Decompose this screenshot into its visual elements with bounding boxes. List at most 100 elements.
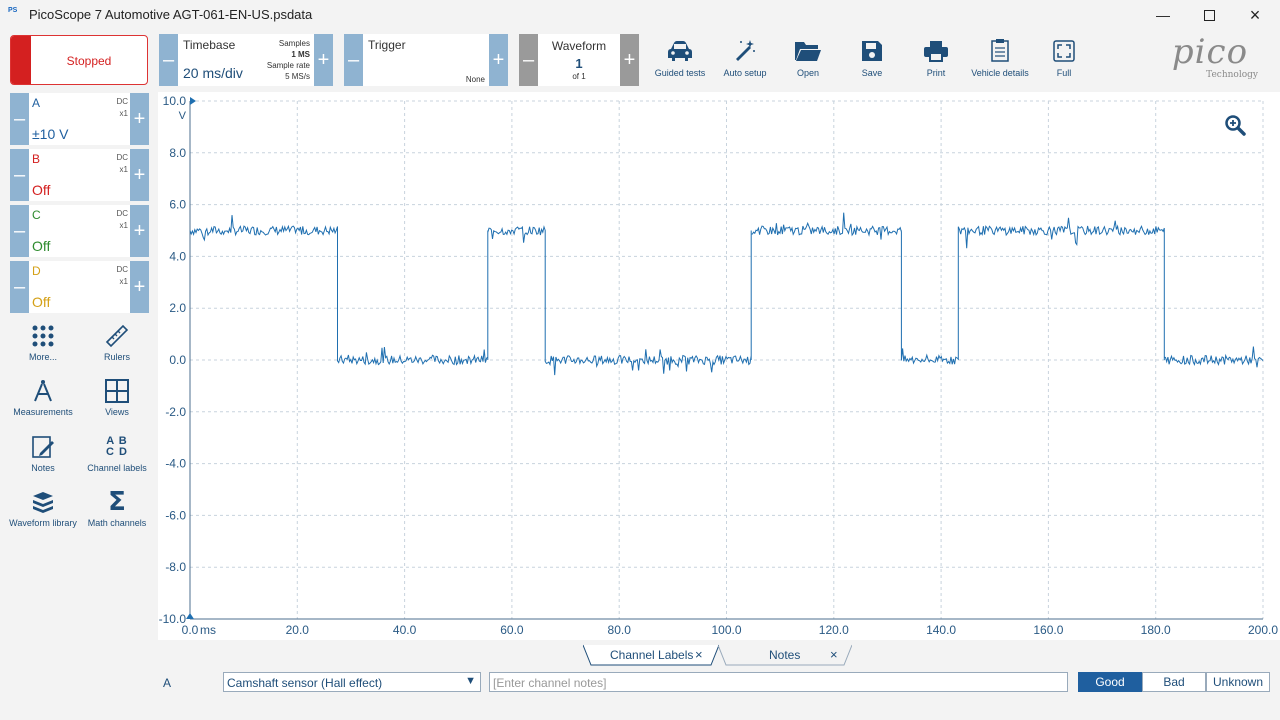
channel-labels-button[interactable]: A BC D Channel labels xyxy=(82,433,152,474)
channel-a-control: – A DC x1 ±10 V + xyxy=(10,93,149,145)
vehicle-details-button[interactable]: Vehicle details xyxy=(970,36,1030,84)
waveform-panel[interactable]: Waveform 1 of 1 xyxy=(538,34,620,86)
channel-d-increase-button[interactable]: + xyxy=(130,261,149,313)
more-button[interactable]: More... xyxy=(8,322,78,363)
minimize-icon: — xyxy=(1156,7,1170,23)
waveform-library-button[interactable]: Waveform library xyxy=(8,488,78,529)
waveform-chart[interactable]: 10.08.06.04.02.00.0-2.0-4.0-6.0-8.0-10.0… xyxy=(158,92,1280,640)
channel-d-panel[interactable]: D DC x1 Off xyxy=(29,261,130,313)
save-icon xyxy=(842,36,902,62)
channel-c-coupling-value: DC xyxy=(116,209,128,218)
y-tick-label: 4.0 xyxy=(169,249,186,263)
tab-channel-labels[interactable]: Channel Labels × xyxy=(583,644,719,666)
tab-notes[interactable]: Notes × xyxy=(718,644,852,666)
abcd-icon: A BC D xyxy=(106,435,128,458)
stop-indicator xyxy=(11,36,31,84)
auto-setup-button[interactable]: Auto setup xyxy=(715,36,775,84)
logo-text: pico xyxy=(1171,32,1249,72)
samples-value: 1 MS xyxy=(291,50,310,59)
rulers-button[interactable]: Rulers xyxy=(82,322,152,363)
zoom-in-icon xyxy=(1225,115,1246,136)
measurements-button[interactable]: Measurements xyxy=(8,377,78,418)
waveform-next-button[interactable]: + xyxy=(620,34,639,86)
tab-channel-labels-label: Channel Labels xyxy=(610,648,694,662)
x-tick-label: 80.0 xyxy=(608,623,632,637)
rating-good-button[interactable]: Good xyxy=(1078,672,1142,692)
channel-c-control: – C DC x1 Off + xyxy=(10,205,149,257)
magic-wand-icon xyxy=(715,36,775,62)
math-channels-button[interactable]: Σ Math channels xyxy=(82,487,152,529)
chevron-down-icon: ▼ xyxy=(465,675,476,687)
channel-a-panel[interactable]: A DC x1 ±10 V xyxy=(29,93,130,145)
channel-c-coupling: DC x1 xyxy=(116,208,128,232)
channel-labels-label: Channel labels xyxy=(87,463,147,473)
channel-a-increase-button[interactable]: + xyxy=(130,93,149,145)
rulers-label: Rulers xyxy=(103,352,130,362)
trigger-decrease-button[interactable]: – xyxy=(344,34,363,86)
run-stop-button[interactable]: Stopped xyxy=(10,35,148,85)
channel-c-decrease-button[interactable]: – xyxy=(10,205,29,257)
more-label: More... xyxy=(28,352,57,362)
pico-logo: pico Technology xyxy=(1150,34,1270,86)
channel-d-decrease-button[interactable]: – xyxy=(10,261,29,313)
y-tick-label: 8.0 xyxy=(169,146,186,160)
channel-c-panel[interactable]: C DC x1 Off xyxy=(29,205,130,257)
trigger-increase-button[interactable]: + xyxy=(489,34,508,86)
guided-tests-label: Guided tests xyxy=(654,68,706,78)
x-tick-label: 120.0 xyxy=(819,623,849,637)
channel-d-coupling-value: DC xyxy=(116,265,128,274)
tab-channel-labels-close-icon[interactable]: × xyxy=(695,647,703,662)
sensor-dropdown[interactable]: Camshaft sensor (Hall effect) ▼ xyxy=(223,672,481,692)
trigger-panel[interactable]: Trigger None xyxy=(363,34,489,86)
books-icon xyxy=(8,488,78,516)
timebase-decrease-button[interactable]: – xyxy=(159,34,178,86)
scope-view[interactable]: 10.0 8.0 6.0 4.0 2.0 0.0 -2.0 -4.0 -6.0 -8.0 -10.0… xyxy=(158,92,1280,640)
x-tick-label: 40.0 xyxy=(393,623,417,637)
trigger-label: Trigger xyxy=(368,38,406,52)
close-button[interactable]: × xyxy=(1232,0,1278,30)
fullscreen-icon xyxy=(1034,36,1094,62)
rating-unknown-button[interactable]: Unknown xyxy=(1206,672,1270,692)
waveform-control: – Waveform 1 of 1 + xyxy=(519,34,639,86)
waveform-library-label: Waveform library xyxy=(9,518,77,528)
timebase-value: 20 ms/div xyxy=(183,65,243,81)
run-stop-label: Stopped xyxy=(66,54,112,68)
auto-setup-label: Auto setup xyxy=(723,68,767,78)
channel-c-letter: C xyxy=(32,208,41,222)
guided-tests-button[interactable]: Guided tests xyxy=(650,36,710,84)
channel-b-control: – B DC x1 Off + xyxy=(10,149,149,201)
x-tick-label: 100.0 xyxy=(711,623,741,637)
channel-b-increase-button[interactable]: + xyxy=(130,149,149,201)
channel-b-decrease-button[interactable]: – xyxy=(10,149,29,201)
print-button[interactable]: Print xyxy=(906,36,966,84)
rating-bad-button[interactable]: Bad xyxy=(1142,672,1206,692)
maximize-button[interactable] xyxy=(1186,0,1232,30)
y-axis-unit-label: V xyxy=(179,110,187,122)
channel-b-panel[interactable]: B DC x1 Off xyxy=(29,149,130,201)
note-pencil-icon xyxy=(8,433,78,461)
timebase-label: Timebase xyxy=(183,38,236,52)
zoom-button[interactable] xyxy=(1224,114,1246,141)
y-tick-label: -6.0 xyxy=(165,508,186,522)
x-axis-unit-label: ms xyxy=(200,623,216,637)
printer-icon xyxy=(906,36,966,62)
tab-notes-close-icon[interactable]: × xyxy=(830,647,838,662)
waveform-previous-button[interactable]: – xyxy=(519,34,538,86)
channel-b-letter: B xyxy=(32,152,41,166)
y-tick-label: 6.0 xyxy=(169,198,186,212)
y-tick-label: -4.0 xyxy=(165,457,186,471)
save-button[interactable]: Save xyxy=(842,36,902,84)
minimize-button[interactable]: — xyxy=(1140,0,1186,30)
notes-button[interactable]: Notes xyxy=(8,433,78,474)
channel-notes-input[interactable]: [Enter channel notes] xyxy=(489,672,1068,692)
channel-d-range: Off xyxy=(32,294,51,310)
x-tick-label: 160.0 xyxy=(1033,623,1063,637)
timebase-panel[interactable]: Timebase 20 ms/div Samples 1 MS Sample r… xyxy=(178,34,314,86)
timebase-increase-button[interactable]: + xyxy=(314,34,333,86)
channel-c-increase-button[interactable]: + xyxy=(130,205,149,257)
channel-a-decrease-button[interactable]: – xyxy=(10,93,29,145)
full-screen-button[interactable]: Full xyxy=(1034,36,1094,84)
views-button[interactable]: Views xyxy=(82,377,152,418)
views-label: Views xyxy=(105,407,129,417)
open-button[interactable]: Open xyxy=(778,36,838,84)
